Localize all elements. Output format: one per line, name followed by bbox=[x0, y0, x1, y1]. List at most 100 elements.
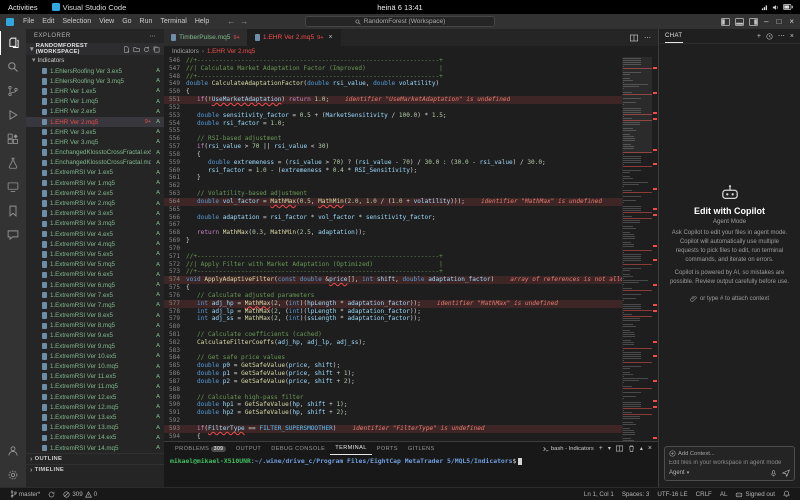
code-line[interactable]: 589 // Calculate high-pass filter bbox=[164, 394, 622, 402]
remote-explorer-icon[interactable] bbox=[0, 175, 26, 199]
code-line[interactable]: 573//+----------------------------------… bbox=[164, 268, 622, 276]
panel-tab-output[interactable]: OUTPUT bbox=[231, 442, 266, 455]
code-line[interactable]: 574void ApplyAdaptiveFilter(const double… bbox=[164, 276, 622, 284]
add-context-button[interactable]: Add Context... bbox=[669, 450, 790, 457]
code-line[interactable]: 591 double hp2 = GetSafeValue(hp, shift … bbox=[164, 409, 622, 417]
toggle-secondary-sidebar-icon[interactable] bbox=[749, 18, 758, 26]
code-line[interactable]: 565 bbox=[164, 206, 622, 214]
terminal-dropdown-icon[interactable]: ▾ bbox=[608, 445, 611, 452]
code-line[interactable]: 554 double rsi_factor = 1.0; bbox=[164, 120, 622, 128]
code-line[interactable]: 563 // Volatility-based adjustment bbox=[164, 190, 622, 198]
editor-tab[interactable]: 1.EHR Ver 2.mq59+× bbox=[248, 29, 341, 46]
file-row[interactable]: 1.ExtremRSI Ver 6.mq5A bbox=[26, 280, 164, 290]
code-line[interactable]: 562 bbox=[164, 182, 622, 190]
file-row[interactable]: 1.ExtremRSI Ver 7.ex5A bbox=[26, 290, 164, 300]
account-icon[interactable] bbox=[0, 439, 26, 463]
folder-indicators[interactable]: ▾ Indicators bbox=[26, 55, 164, 66]
code-line[interactable]: 558 { bbox=[164, 151, 622, 159]
code-line[interactable]: 561 } bbox=[164, 174, 622, 182]
section-outline[interactable]: ›OUTLINE bbox=[26, 453, 164, 464]
app-indicator[interactable]: Visual Studio Code bbox=[46, 3, 133, 12]
minimap[interactable] bbox=[622, 57, 652, 441]
code-line[interactable]: 592 bbox=[164, 417, 622, 425]
split-terminal-icon[interactable] bbox=[616, 445, 623, 452]
file-row[interactable]: 1.EHR Ver 1.ex5A bbox=[26, 86, 164, 96]
problems-indicator[interactable]: 309 0 bbox=[59, 491, 101, 498]
file-row[interactable]: 1.EHR Ver 1.mq5A bbox=[26, 97, 164, 107]
code-line[interactable]: 582 CalculateFilterCoeffs(adj_hp, adj_lp… bbox=[164, 339, 622, 347]
panel-tab-ports[interactable]: PORTS bbox=[372, 442, 403, 455]
editor-tab[interactable]: TimberPulse.mq59+ bbox=[164, 29, 248, 46]
file-row[interactable]: 1.EnchangedKlosstoCrossFractal.ex5A bbox=[26, 148, 164, 158]
panel-tab-terminal[interactable]: TERMINAL bbox=[330, 442, 371, 455]
file-row[interactable]: 1.ExtremRSI Ver 1.ex5A bbox=[26, 168, 164, 178]
file-row[interactable]: 1.ExtremRSI Ver 12.ex5A bbox=[26, 392, 164, 402]
new-folder-icon[interactable] bbox=[133, 46, 140, 53]
file-row[interactable]: 1.ExtremRSI Ver 2.mq5A bbox=[26, 198, 164, 208]
chat-mode-picker[interactable]: Agent ▾ bbox=[669, 470, 689, 476]
collapse-all-icon[interactable] bbox=[153, 46, 160, 53]
code-line[interactable]: 556 // RSI-based adjustment bbox=[164, 135, 622, 143]
branch-indicator[interactable]: master* bbox=[6, 490, 44, 498]
file-row[interactable]: 1.ExtremRSI Ver 14.ex5A bbox=[26, 433, 164, 443]
code-line[interactable]: 550{ bbox=[164, 88, 622, 96]
code-line[interactable]: 579 int adj_ss = MathMax(2, (int)(ssLeng… bbox=[164, 315, 622, 323]
code-line[interactable]: 568 return MathMax(0.3, MathMin(2.5, ada… bbox=[164, 229, 622, 237]
file-row[interactable]: 1.ExtremRSI Ver 8.mq5A bbox=[26, 321, 164, 331]
chat-input[interactable] bbox=[669, 460, 790, 466]
breadcrumb-item[interactable]: 1.EHR Ver 2.mq5 bbox=[207, 48, 255, 55]
panel-maximize-icon[interactable]: ▴ bbox=[640, 445, 643, 452]
code-line[interactable]: 571//+----------------------------------… bbox=[164, 253, 622, 261]
file-row[interactable]: 1.EhlersRoofing Ver 3.ex5A bbox=[26, 66, 164, 76]
mic-icon[interactable] bbox=[770, 470, 777, 477]
code-line[interactable]: 548//+----------------------------------… bbox=[164, 73, 622, 81]
code-line[interactable]: 577 int adj_hp = MathMax(2, (int)(hpLeng… bbox=[164, 300, 622, 308]
code-line[interactable]: 578 int adj_lp = MathMax(2, (int)(lpLeng… bbox=[164, 308, 622, 316]
settings-gear-icon[interactable] bbox=[0, 463, 26, 487]
forward-arrow-icon[interactable]: → bbox=[240, 17, 248, 26]
file-row[interactable]: 1.ExtremRSI Ver 11.mq5A bbox=[26, 382, 164, 392]
menu-edit[interactable]: Edit bbox=[38, 18, 58, 25]
language-mode[interactable]: AL bbox=[716, 491, 732, 498]
code-line[interactable]: 564 double vol_factor = MathMax(0.5, Mat… bbox=[164, 198, 622, 206]
testing-icon[interactable] bbox=[0, 151, 26, 175]
cursor-position[interactable]: Ln 1, Col 1 bbox=[580, 491, 618, 498]
new-terminal-icon[interactable]: + bbox=[599, 445, 603, 452]
code-line[interactable]: 557 if(rsi_value > 70 || rsi_value < 30) bbox=[164, 143, 622, 151]
editor-more-icon[interactable]: ⋯ bbox=[644, 34, 651, 42]
search-view-icon[interactable] bbox=[0, 55, 26, 79]
code-line[interactable]: 590 double hp1 = GetSafeValue(hp, shift … bbox=[164, 401, 622, 409]
panel-close-icon[interactable]: × bbox=[648, 445, 652, 452]
file-row[interactable]: 1.ExtremRSI Ver 8.ex5A bbox=[26, 311, 164, 321]
activities-button[interactable]: Activities bbox=[0, 3, 46, 12]
trash-icon[interactable] bbox=[628, 445, 635, 452]
terminal-instance-label[interactable]: bash - Indicators bbox=[543, 446, 594, 452]
minimize-button[interactable]: – bbox=[764, 17, 768, 26]
bookmarks-icon[interactable] bbox=[0, 199, 26, 223]
section-timeline[interactable]: ›TIMELINE bbox=[26, 464, 164, 475]
menu-go[interactable]: Go bbox=[118, 18, 135, 25]
system-tray[interactable] bbox=[761, 4, 800, 11]
chat-view-icon[interactable] bbox=[0, 223, 26, 247]
code-line[interactable]: 586 double p1 = GetSafeValue(price, shif… bbox=[164, 370, 622, 378]
code-line[interactable]: 581 // Calculate coefficients (cached) bbox=[164, 331, 622, 339]
code-line[interactable]: 547//| Calculate Market Adaptation Facto… bbox=[164, 65, 622, 73]
menu-selection[interactable]: Selection bbox=[58, 18, 95, 25]
file-row[interactable]: 1.ExtremRSI Ver 4.mq5A bbox=[26, 239, 164, 249]
close-button[interactable]: × bbox=[789, 17, 794, 26]
panel-tab-gitlens[interactable]: GITLENS bbox=[403, 442, 440, 455]
copilot-status[interactable]: Signed out bbox=[731, 491, 779, 498]
chat-tab[interactable]: CHAT bbox=[665, 29, 683, 43]
toggle-panel-icon[interactable] bbox=[735, 18, 744, 26]
file-row[interactable]: 1.ExtremRSI Ver 2.ex5A bbox=[26, 188, 164, 198]
code-line[interactable]: 580 bbox=[164, 323, 622, 331]
menu-run[interactable]: Run bbox=[136, 18, 157, 25]
encoding-setting[interactable]: UTF-16 LE bbox=[653, 491, 691, 498]
file-row[interactable]: 1.ExtremRSI Ver 5.mq5A bbox=[26, 260, 164, 270]
workspace-header[interactable]: ▾ RANDOMFOREST (WORKSPACE) bbox=[26, 43, 164, 55]
extensions-icon[interactable] bbox=[0, 127, 26, 151]
file-row[interactable]: 1.ExtremRSI Ver 9.ex5A bbox=[26, 331, 164, 341]
menu-help[interactable]: Help bbox=[191, 18, 213, 25]
explorer-icon[interactable] bbox=[0, 31, 26, 55]
file-row[interactable]: 1.ExtremRSI Ver 7.mq5A bbox=[26, 300, 164, 310]
